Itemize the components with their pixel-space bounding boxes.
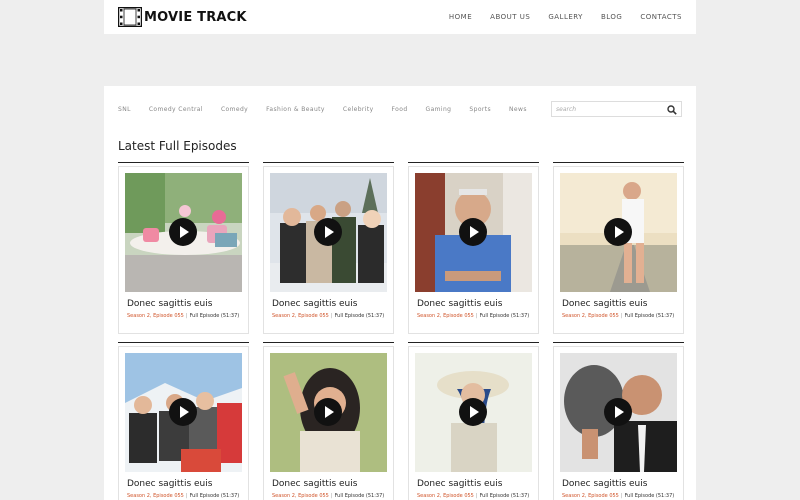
category-snl[interactable]: SNL <box>118 106 131 113</box>
episode-duration: Full Episode (51:37) <box>189 493 240 499</box>
category-fashion-beauty[interactable]: Fashion & Beauty <box>266 106 325 113</box>
episode-card: Donec sagittis euis Season 2, Episode 05… <box>118 342 249 500</box>
episode-duration: Full Episode (51:37) <box>624 313 675 319</box>
category-sports[interactable]: Sports <box>469 106 491 113</box>
category-gaming[interactable]: Gaming <box>426 106 452 113</box>
play-icon[interactable] <box>604 398 632 426</box>
search-icon[interactable] <box>667 105 677 115</box>
meta-separator: | <box>185 313 188 319</box>
episode-meta: Season 2, Episode 055 | Full Episode (51:3… <box>272 313 387 319</box>
play-icon[interactable] <box>169 398 197 426</box>
episode-meta: Season 2, Episode 055 | Full Episode (51:3… <box>417 313 532 319</box>
play-icon[interactable] <box>604 218 632 246</box>
episode-card: Donec sagittis euis Season 2, Episode 05… <box>408 162 539 335</box>
meta-separator: | <box>475 313 478 319</box>
episode-thumbnail[interactable] <box>270 173 387 292</box>
section-title: Latest Full Episodes <box>118 139 237 153</box>
episode-meta: Season 2, Episode 055 | Full Episode (51:3… <box>562 493 677 499</box>
episode-card: Donec sagittis euis Season 2, Episode 05… <box>553 342 684 500</box>
episode-meta: Season 2, Episode 055 | Full Episode (51:3… <box>272 493 387 499</box>
episode-thumbnail[interactable] <box>560 353 677 472</box>
meta-separator: | <box>475 493 478 499</box>
episode-title[interactable]: Donec sagittis euis <box>417 299 532 309</box>
meta-separator: | <box>185 493 188 499</box>
category-comedy-central[interactable]: Comedy Central <box>149 106 203 113</box>
category-news[interactable]: News <box>509 106 527 113</box>
episode-duration: Full Episode (51:37) <box>479 313 530 319</box>
main-nav: HOME ABOUT US GALLERY BLOG CONTACTS <box>449 13 682 21</box>
episode-grid: Donec sagittis euis Season 2, Episode 05… <box>118 162 684 500</box>
episode-season[interactable]: Season 2, Episode 055 <box>272 493 329 499</box>
episode-card: Donec sagittis euis Season 2, Episode 05… <box>263 342 394 500</box>
episode-thumbnail[interactable] <box>415 173 532 292</box>
episode-season[interactable]: Season 2, Episode 055 <box>562 313 619 319</box>
episode-meta: Season 2, Episode 055 | Full Episode (51:3… <box>127 493 242 499</box>
episode-title[interactable]: Donec sagittis euis <box>272 299 387 309</box>
episode-thumbnail[interactable] <box>125 173 242 292</box>
site-header: MOVIE TRACK HOME ABOUT US GALLERY BLOG C… <box>104 0 696 34</box>
episode-duration: Full Episode (51:37) <box>189 313 240 319</box>
episode-card: Donec sagittis euis Season 2, Episode 05… <box>118 162 249 335</box>
main-content: SNL Comedy Central Comedy Fashion & Beau… <box>104 86 696 500</box>
nav-gallery[interactable]: GALLERY <box>548 13 583 21</box>
episode-card: Donec sagittis euis Season 2, Episode 05… <box>263 162 394 335</box>
episode-title[interactable]: Donec sagittis euis <box>127 479 242 489</box>
nav-blog[interactable]: BLOG <box>601 13 622 21</box>
meta-separator: | <box>330 493 333 499</box>
episode-title[interactable]: Donec sagittis euis <box>562 299 677 309</box>
logo[interactable]: MOVIE TRACK <box>118 7 247 27</box>
episode-season[interactable]: Season 2, Episode 055 <box>417 493 474 499</box>
episode-title[interactable]: Donec sagittis euis <box>562 479 677 489</box>
meta-separator: | <box>330 313 333 319</box>
episode-meta: Season 2, Episode 055 | Full Episode (51:3… <box>562 313 677 319</box>
episode-thumbnail[interactable] <box>125 353 242 472</box>
episode-thumbnail[interactable] <box>270 353 387 472</box>
play-icon[interactable] <box>459 398 487 426</box>
play-icon[interactable] <box>169 218 197 246</box>
episode-season[interactable]: Season 2, Episode 055 <box>272 313 329 319</box>
category-food[interactable]: Food <box>392 106 408 113</box>
episode-duration: Full Episode (51:37) <box>479 493 530 499</box>
episode-duration: Full Episode (51:37) <box>624 493 675 499</box>
nav-about-us[interactable]: ABOUT US <box>490 13 530 21</box>
episode-card: Donec sagittis euis Season 2, Episode 05… <box>408 342 539 500</box>
episode-duration: Full Episode (51:37) <box>334 313 385 319</box>
episode-duration: Full Episode (51:37) <box>334 493 385 499</box>
nav-contacts[interactable]: CONTACTS <box>640 13 682 21</box>
episode-season[interactable]: Season 2, Episode 055 <box>127 493 184 499</box>
episode-title[interactable]: Donec sagittis euis <box>417 479 532 489</box>
logo-text: MOVIE TRACK <box>144 9 247 25</box>
play-icon[interactable] <box>459 218 487 246</box>
meta-separator: | <box>620 493 623 499</box>
play-icon[interactable] <box>314 218 342 246</box>
episode-season[interactable]: Season 2, Episode 055 <box>562 493 619 499</box>
episode-meta: Season 2, Episode 055 | Full Episode (51:3… <box>127 313 242 319</box>
category-comedy[interactable]: Comedy <box>221 106 248 113</box>
search-box <box>551 101 682 117</box>
film-strip-icon <box>118 7 142 27</box>
nav-home[interactable]: HOME <box>449 13 472 21</box>
episode-thumbnail[interactable] <box>560 173 677 292</box>
episode-season[interactable]: Season 2, Episode 055 <box>127 313 184 319</box>
episode-title[interactable]: Donec sagittis euis <box>272 479 387 489</box>
episode-card: Donec sagittis euis Season 2, Episode 05… <box>553 162 684 335</box>
category-celebrity[interactable]: Celebrity <box>343 106 374 113</box>
search-input[interactable] <box>556 103 666 115</box>
episode-thumbnail[interactable] <box>415 353 532 472</box>
episode-meta: Season 2, Episode 055 | Full Episode (51:3… <box>417 493 532 499</box>
play-icon[interactable] <box>314 398 342 426</box>
episode-title[interactable]: Donec sagittis euis <box>127 299 242 309</box>
meta-separator: | <box>620 313 623 319</box>
category-bar: SNL Comedy Central Comedy Fashion & Beau… <box>118 86 682 132</box>
category-list: SNL Comedy Central Comedy Fashion & Beau… <box>118 106 527 113</box>
episode-season[interactable]: Season 2, Episode 055 <box>417 313 474 319</box>
